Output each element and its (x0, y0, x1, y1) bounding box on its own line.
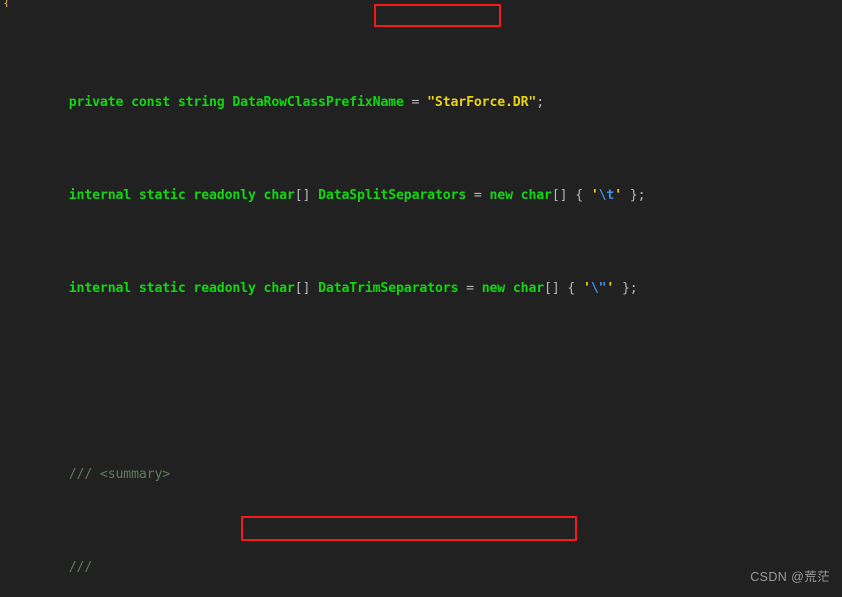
code-line[interactable]: private const string DataRowClassPrefixN… (0, 75, 842, 110)
token-semicolon: ; (536, 94, 544, 110)
token-keyword: const (131, 94, 171, 110)
token-brackets: [] (294, 187, 311, 203)
token-brace-open: { (567, 187, 591, 203)
token-keyword: static (138, 280, 186, 296)
watermark: CSDN @荒茫 (750, 570, 830, 585)
token-brace-close: }; (622, 187, 646, 203)
token-brace-open: { (559, 280, 584, 296)
token-brackets: [] (294, 280, 311, 296)
code-line[interactable]: internal static readonly char[] DataSpli… (0, 168, 842, 203)
token-comment-slashes: /// (68, 559, 93, 575)
token-const-name: DataRowClassPrefixName (232, 94, 404, 110)
token-keyword: new (489, 187, 514, 203)
token-escape: \" (590, 280, 607, 296)
code-line[interactable]: /// (0, 540, 842, 575)
token-keyword: char (263, 187, 295, 203)
token-quote: ' (614, 187, 622, 203)
token-keyword: char (520, 187, 552, 203)
token-keyword: char (512, 280, 545, 296)
code-line[interactable]: /// <summary> (0, 447, 842, 482)
token-operator: = (403, 94, 428, 110)
token-comment-slashes: /// (68, 466, 100, 482)
token-keyword: char (263, 280, 295, 296)
token-field-name: DataTrimSeparators (318, 280, 459, 296)
token-keyword: static (138, 187, 186, 203)
token-doc-tag: <summary> (99, 466, 171, 482)
token-keyword: internal (68, 280, 132, 296)
token-brackets: [] (551, 187, 568, 203)
token-keyword: readonly (193, 280, 256, 296)
token-keyword: readonly (193, 187, 256, 203)
token-keyword: private (68, 94, 124, 110)
token-string: "StarForce.DR" (427, 94, 537, 110)
token-keyword: internal (68, 187, 132, 203)
token-keyword: new (481, 280, 506, 296)
token-operator: = (466, 187, 490, 203)
token-brackets: [] (544, 280, 560, 296)
token-quote: ' (590, 187, 599, 203)
token-field-name: DataSplitSeparators (318, 187, 467, 203)
token-quote: ' (583, 280, 591, 296)
token-keyword: string (177, 94, 225, 110)
code-line-blank[interactable] (0, 354, 842, 373)
token-escape: \t (598, 187, 615, 203)
code-lines-container: private const string DataRowClassPrefixN… (0, 0, 842, 597)
code-editor[interactable]: { private const string DataRowClassPrefi… (0, 0, 842, 597)
token-operator: = (458, 280, 482, 296)
code-line[interactable]: internal static readonly char[] DataTrim… (0, 261, 842, 296)
token-brace-close: }; (614, 280, 638, 296)
